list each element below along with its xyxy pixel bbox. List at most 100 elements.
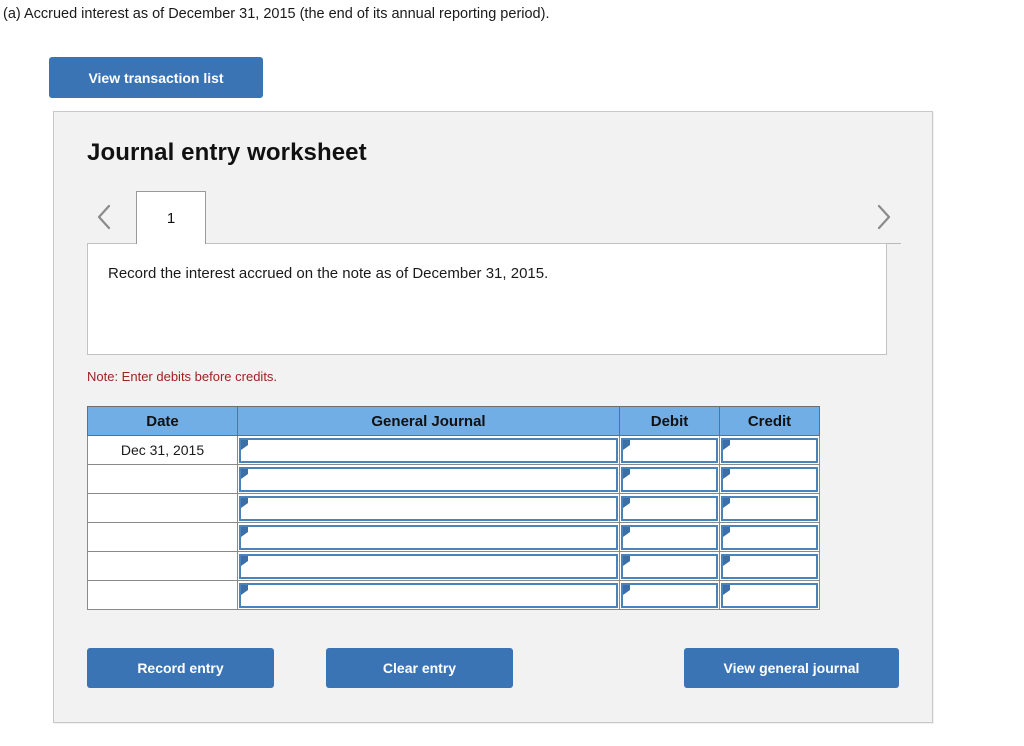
- journal-credit-cell[interactable]: [719, 522, 820, 552]
- journal-date-cell[interactable]: [87, 464, 238, 494]
- cell-dropdown-triangle-icon[interactable]: [623, 439, 630, 450]
- input-shell: [621, 553, 718, 579]
- table-row: Dec 31, 2015: [87, 435, 820, 465]
- cell-dropdown-triangle-icon[interactable]: [623, 584, 630, 595]
- journal-credit-input[interactable]: [732, 526, 815, 548]
- table-row: [87, 580, 820, 610]
- journal-credit-cell[interactable]: [719, 435, 820, 465]
- chevron-left-icon[interactable]: [87, 199, 121, 235]
- worksheet-tab-label: 1: [166, 209, 176, 227]
- journal-date-cell[interactable]: Dec 31, 2015: [87, 435, 238, 465]
- journal-debit-cell[interactable]: [619, 464, 720, 494]
- view-transaction-list-button[interactable]: View transaction list: [49, 57, 263, 98]
- table-row: [87, 493, 820, 523]
- journal-debit-cell[interactable]: [619, 435, 720, 465]
- worksheet-tabstrip: 1: [54, 191, 934, 244]
- journal-account-input[interactable]: [250, 526, 615, 548]
- input-shell: [239, 582, 618, 608]
- journal-debit-cell[interactable]: [619, 493, 720, 523]
- journal-account-input[interactable]: [250, 555, 615, 577]
- journal-credit-input[interactable]: [732, 584, 815, 606]
- cell-dropdown-triangle-icon[interactable]: [241, 555, 248, 566]
- cell-dropdown-triangle-icon[interactable]: [241, 584, 248, 595]
- journal-date-cell[interactable]: [87, 522, 238, 552]
- cell-dropdown-triangle-icon[interactable]: [623, 526, 630, 537]
- journal-credit-input[interactable]: [732, 555, 815, 577]
- input-shell: [239, 437, 618, 463]
- input-shell: [621, 466, 718, 492]
- record-entry-button[interactable]: Record entry: [87, 648, 274, 688]
- journal-account-input[interactable]: [250, 584, 615, 606]
- cell-dropdown-triangle-icon[interactable]: [623, 468, 630, 479]
- input-shell: [239, 553, 618, 579]
- journal-entry-table: Date General Journal Debit Credit Dec 31…: [87, 406, 820, 610]
- input-shell: [239, 466, 618, 492]
- cell-dropdown-triangle-icon[interactable]: [723, 468, 730, 479]
- column-header-date: Date: [87, 406, 238, 436]
- question-prompt: (a) Accrued interest as of December 31, …: [3, 6, 550, 22]
- table-row: [87, 551, 820, 581]
- journal-date-cell[interactable]: [87, 493, 238, 523]
- cell-dropdown-triangle-icon[interactable]: [723, 584, 730, 595]
- journal-debit-input[interactable]: [632, 468, 715, 490]
- input-shell: [721, 553, 818, 579]
- journal-account-cell[interactable]: [237, 551, 620, 581]
- journal-debit-cell[interactable]: [619, 522, 720, 552]
- instruction-box: Record the interest accrued on the note …: [87, 243, 887, 355]
- input-shell: [239, 495, 618, 521]
- journal-date-cell[interactable]: [87, 551, 238, 581]
- journal-credit-cell[interactable]: [719, 580, 820, 610]
- cell-dropdown-triangle-icon[interactable]: [723, 497, 730, 508]
- view-general-journal-button[interactable]: View general journal: [684, 648, 899, 688]
- cell-dropdown-triangle-icon[interactable]: [723, 526, 730, 537]
- journal-credit-cell[interactable]: [719, 464, 820, 494]
- input-shell: [721, 582, 818, 608]
- cell-dropdown-triangle-icon[interactable]: [623, 497, 630, 508]
- input-shell: [721, 495, 818, 521]
- journal-entry-worksheet-panel: Journal entry worksheet 1 Record the int…: [53, 111, 933, 723]
- journal-account-input[interactable]: [250, 439, 615, 461]
- journal-account-input[interactable]: [250, 468, 615, 490]
- input-shell: [621, 582, 718, 608]
- worksheet-tab-1[interactable]: 1: [136, 191, 206, 244]
- cell-dropdown-triangle-icon[interactable]: [241, 526, 248, 537]
- clear-entry-button[interactable]: Clear entry: [326, 648, 513, 688]
- panel-title: Journal entry worksheet: [87, 139, 367, 166]
- page-root: (a) Accrued interest as of December 31, …: [0, 0, 1024, 746]
- journal-debit-input[interactable]: [632, 439, 715, 461]
- journal-table-body: Dec 31, 2015: [87, 435, 820, 610]
- chevron-right-icon[interactable]: [866, 199, 900, 235]
- journal-account-cell[interactable]: [237, 464, 620, 494]
- column-header-general-journal: General Journal: [237, 406, 620, 436]
- journal-debit-input[interactable]: [632, 584, 715, 606]
- journal-account-cell[interactable]: [237, 435, 620, 465]
- cell-dropdown-triangle-icon[interactable]: [241, 439, 248, 450]
- cell-dropdown-triangle-icon[interactable]: [623, 555, 630, 566]
- journal-date-cell[interactable]: [87, 580, 238, 610]
- input-shell: [621, 524, 718, 550]
- journal-debit-input[interactable]: [632, 526, 715, 548]
- cell-dropdown-triangle-icon[interactable]: [723, 555, 730, 566]
- table-row: [87, 464, 820, 494]
- journal-account-cell[interactable]: [237, 493, 620, 523]
- cell-dropdown-triangle-icon[interactable]: [723, 439, 730, 450]
- column-header-credit: Credit: [719, 406, 820, 436]
- table-header-row: Date General Journal Debit Credit: [87, 406, 820, 436]
- journal-debit-input[interactable]: [632, 497, 715, 519]
- journal-debit-cell[interactable]: [619, 551, 720, 581]
- journal-account-input[interactable]: [250, 497, 615, 519]
- journal-credit-input[interactable]: [732, 497, 815, 519]
- journal-credit-input[interactable]: [732, 468, 815, 490]
- journal-debit-input[interactable]: [632, 555, 715, 577]
- journal-credit-cell[interactable]: [719, 551, 820, 581]
- cell-dropdown-triangle-icon[interactable]: [241, 497, 248, 508]
- journal-credit-input[interactable]: [732, 439, 815, 461]
- journal-debit-cell[interactable]: [619, 580, 720, 610]
- journal-account-cell[interactable]: [237, 580, 620, 610]
- journal-account-cell[interactable]: [237, 522, 620, 552]
- cell-dropdown-triangle-icon[interactable]: [241, 468, 248, 479]
- input-shell: [621, 495, 718, 521]
- journal-credit-cell[interactable]: [719, 493, 820, 523]
- input-shell: [721, 466, 818, 492]
- input-shell: [621, 437, 718, 463]
